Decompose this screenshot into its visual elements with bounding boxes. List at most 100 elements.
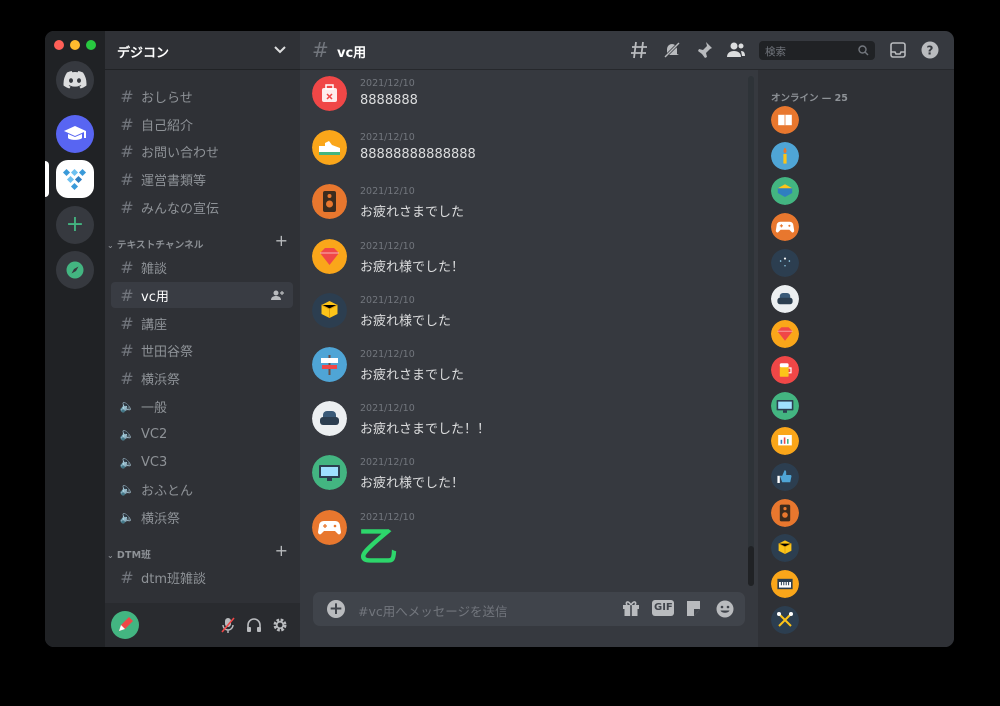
message-avatar[interactable] <box>312 347 347 382</box>
category-text-channels[interactable]: ⌄ テキストチャンネル <box>107 237 204 251</box>
member-avatar[interactable] <box>771 463 799 491</box>
message-composer[interactable]: + #vc用へメッセージを送信 GIF <box>313 592 745 626</box>
candle-icon <box>771 141 799 170</box>
user-avatar[interactable] <box>111 611 139 639</box>
member-avatar[interactable] <box>771 570 799 599</box>
message-avatar[interactable] <box>312 455 347 491</box>
message-avatar[interactable] <box>312 509 347 545</box>
channel-vc[interactable]: # vc用 <box>111 282 293 308</box>
message[interactable]: 2021/12/10 8888888 <box>312 76 742 128</box>
member-avatar[interactable] <box>771 248 799 277</box>
mute-mic-icon[interactable] <box>221 617 235 633</box>
scrollbar-track[interactable] <box>748 76 754 586</box>
tools-icon <box>771 605 799 634</box>
member-avatar[interactable] <box>771 177 799 206</box>
message[interactable]: 2021/12/10 88888888888888 <box>312 130 742 182</box>
cake-icon <box>771 177 799 206</box>
create-channel-button[interactable]: + <box>275 231 288 250</box>
headphones-icon[interactable] <box>246 617 262 633</box>
attach-button[interactable]: + <box>327 600 345 618</box>
voice-channel-ippan[interactable]: 🔈 一般 <box>111 393 293 419</box>
voice-channel-yokohama[interactable]: 🔈 横浜祭 <box>111 504 293 530</box>
message-avatar[interactable] <box>312 401 347 437</box>
invite-member-icon[interactable] <box>271 290 285 301</box>
gif-button[interactable]: GIF <box>652 600 674 616</box>
category-dtm[interactable]: ⌄ DTM班 <box>107 547 151 561</box>
message[interactable]: 2021/12/10 お疲れさまでした！！ <box>312 401 742 453</box>
member-avatar[interactable] <box>771 391 799 420</box>
message[interactable]: 2021/12/10 お疲れ様でした！ <box>312 455 742 507</box>
message-input[interactable]: #vc用へメッセージを送信 <box>358 601 508 620</box>
message[interactable]: 2021/12/10 お疲れさまでした <box>312 184 742 236</box>
channel-label: vc用 <box>141 289 169 305</box>
member-avatar[interactable] <box>771 284 799 313</box>
voice-channel-vc3[interactable]: 🔈 VC3 <box>111 449 293 475</box>
member-list-icon[interactable] <box>726 41 746 59</box>
speaker-icon <box>312 184 347 220</box>
channel-zatsudan[interactable]: # 雑談 <box>111 254 293 280</box>
server-school[interactable] <box>56 115 94 153</box>
member-avatar[interactable] <box>771 213 799 242</box>
message-avatar[interactable] <box>312 238 347 274</box>
channel-oshirase[interactable]: # おしらせ <box>111 83 293 109</box>
message[interactable]: 2021/12/10 お疲れさまでした <box>312 347 742 399</box>
pin-icon[interactable] <box>695 41 713 59</box>
sparkle-icon <box>771 248 799 277</box>
member-avatar[interactable] <box>771 355 799 384</box>
message[interactable]: 2021/12/10 お疲れ様でした <box>312 292 742 345</box>
chevron-down-icon: ⌄ <box>107 551 117 560</box>
member-list: オンライン — 25 <box>758 70 954 647</box>
channel-label: 雑談 <box>141 261 168 277</box>
plus-icon: + <box>65 212 85 237</box>
compass-icon <box>66 261 84 279</box>
member-avatar[interactable] <box>771 320 799 349</box>
channel-otoiawase[interactable]: # お問い合わせ <box>111 138 293 164</box>
emoji-icon[interactable] <box>716 600 734 618</box>
server-header[interactable]: デジコン <box>105 31 300 70</box>
inbox-icon[interactable] <box>890 42 906 58</box>
member-avatar[interactable] <box>771 141 799 170</box>
channel-yokohama[interactable]: # 横浜祭 <box>111 365 293 391</box>
add-server-button[interactable]: + <box>56 206 94 244</box>
member-avatar[interactable] <box>771 605 799 634</box>
help-icon[interactable]: ? <box>921 41 939 59</box>
sticker-icon[interactable] <box>685 600 702 617</box>
channel-label: VC3 <box>141 454 168 470</box>
message-text: お疲れ様でした！ <box>360 259 465 275</box>
channel-kouza[interactable]: # 講座 <box>111 310 293 336</box>
explore-servers-button[interactable] <box>56 251 94 289</box>
member-avatar[interactable] <box>771 427 799 456</box>
message-avatar[interactable] <box>312 130 347 166</box>
voice-channel-ofuton[interactable]: 🔈 おふとん <box>111 476 293 502</box>
member-avatar[interactable] <box>771 498 799 527</box>
voice-channel-vc2[interactable]: 🔈 VC2 <box>111 421 293 447</box>
channel-jikoshokai[interactable]: # 自己紹介 <box>111 111 293 137</box>
member-avatar[interactable] <box>771 106 799 134</box>
close-window-button[interactable] <box>54 40 64 50</box>
home-button[interactable] <box>56 61 94 99</box>
message-avatar[interactable] <box>312 292 347 328</box>
zoom-window-button[interactable] <box>86 40 96 50</box>
member-avatar[interactable] <box>771 534 799 563</box>
gift-icon[interactable] <box>622 600 640 617</box>
search-icon <box>858 45 869 56</box>
message-avatar[interactable] <box>312 184 347 220</box>
channel-unei[interactable]: # 運営書類等 <box>111 166 293 192</box>
message-avatar[interactable] <box>312 76 347 111</box>
message[interactable]: 2021/12/10 お疲れ様でした！ <box>312 238 742 291</box>
message-list: 2021/12/10 8888888 2021/12/10 8888888888888… <box>300 70 757 590</box>
channel-dtm-zatsudan[interactable]: # dtm班雑談 <box>111 564 293 590</box>
channel-setagaya[interactable]: # 世田谷祭 <box>111 337 293 363</box>
message-timestamp: 2021/12/10 <box>360 349 415 360</box>
scrollbar-thumb[interactable] <box>748 546 754 586</box>
gear-icon[interactable] <box>272 617 288 633</box>
threads-icon[interactable] <box>631 41 649 59</box>
gem-icon <box>312 238 347 274</box>
server-digicon[interactable] <box>56 160 94 198</box>
hash-icon: # <box>120 257 134 277</box>
mute-notifications-icon[interactable] <box>663 41 681 59</box>
minimize-window-button[interactable] <box>70 40 80 50</box>
search-input[interactable]: 検索 <box>759 41 875 60</box>
create-channel-button[interactable]: + <box>275 541 288 560</box>
channel-senden[interactable]: # みんなの宣伝 <box>111 194 293 220</box>
